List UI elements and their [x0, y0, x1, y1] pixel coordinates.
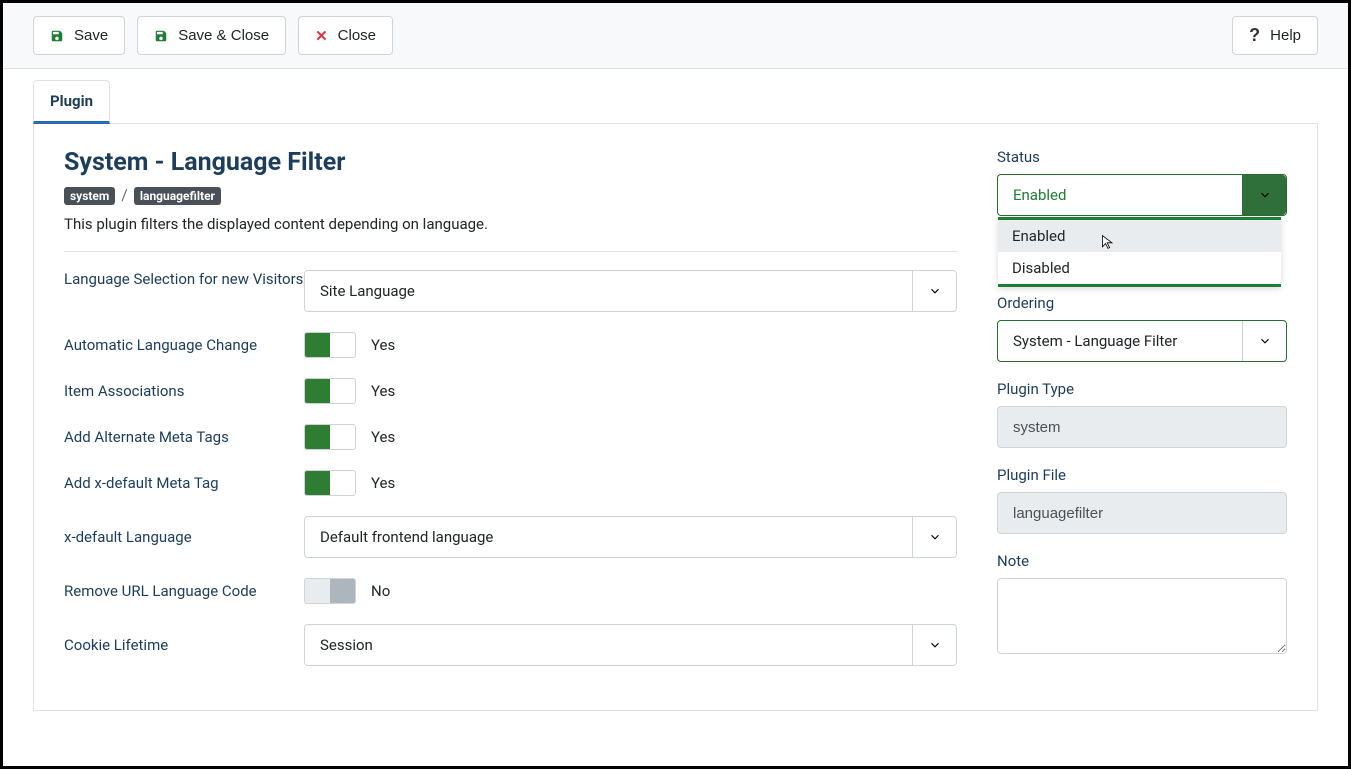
field-status: Status Enabled Enabled Disabled — [997, 148, 1287, 216]
sidebar-column: Status Enabled Enabled Disabled — [997, 148, 1287, 686]
toolbar: Save Save & Close ✕ Close ? Help — [3, 3, 1348, 69]
chevron-down-icon — [1242, 321, 1286, 361]
divider — [64, 251, 957, 252]
xdefault-lang-dropdown[interactable]: Default frontend language — [304, 516, 957, 558]
field-xdefault-meta: Add x-default Meta Tag Yes — [64, 470, 957, 496]
plugin-type-input — [997, 406, 1287, 448]
status-dropdown[interactable]: Enabled Enabled Disabled — [997, 174, 1287, 216]
status-dropdown-panel: Enabled Disabled — [998, 217, 1281, 287]
alt-meta-toggle[interactable] — [304, 424, 356, 450]
field-xdefault-lang: x-default Language Default frontend lang… — [64, 516, 957, 558]
field-cookie: Cookie Lifetime Session — [64, 624, 957, 666]
save-close-label: Save & Close — [178, 27, 269, 44]
field-note: Note — [997, 552, 1287, 658]
form-area: System - Language Filter system / langua… — [33, 124, 1318, 711]
close-label: Close — [338, 27, 376, 44]
field-plugin-type: Plugin Type — [997, 380, 1287, 448]
save-icon — [154, 29, 168, 43]
cookie-dropdown[interactable]: Session — [304, 624, 957, 666]
badge-type: system — [64, 187, 115, 205]
badges: system / languagefilter — [64, 185, 957, 205]
tab-plugin[interactable]: Plugin — [33, 80, 110, 124]
chevron-down-icon — [1242, 175, 1286, 215]
close-icon: ✕ — [315, 27, 328, 45]
ordering-label: Ordering — [997, 294, 1287, 312]
lang-select-value: Site Language — [305, 282, 912, 300]
item-assoc-state: Yes — [371, 382, 395, 400]
note-label: Note — [997, 552, 1287, 570]
xdefault-meta-label: Add x-default Meta Tag — [64, 474, 304, 492]
cookie-value: Session — [305, 636, 912, 654]
field-alt-meta: Add Alternate Meta Tags Yes — [64, 424, 957, 450]
chevron-down-icon — [912, 517, 956, 557]
xdefault-meta-toggle[interactable] — [304, 470, 356, 496]
lang-select-dropdown[interactable]: Site Language — [304, 270, 957, 312]
auto-lang-toggle[interactable] — [304, 332, 356, 358]
plugin-file-input — [997, 492, 1287, 534]
main-column: System - Language Filter system / langua… — [64, 148, 957, 686]
auto-lang-state: Yes — [371, 336, 395, 354]
ordering-value: System - Language Filter — [998, 332, 1242, 350]
item-assoc-label: Item Associations — [64, 382, 304, 400]
content-wrap: Plugin System - Language Filter system /… — [3, 79, 1348, 711]
toolbar-right: ? Help — [1232, 16, 1318, 55]
field-ordering: Ordering System - Language Filter — [997, 294, 1287, 362]
note-textarea[interactable] — [997, 578, 1287, 654]
field-remove-url: Remove URL Language Code No — [64, 578, 957, 604]
status-option-enabled[interactable]: Enabled — [998, 220, 1281, 252]
remove-url-toggle[interactable] — [304, 578, 356, 604]
save-label: Save — [74, 27, 108, 44]
status-option-disabled[interactable]: Disabled — [998, 252, 1281, 284]
chevron-down-icon — [912, 271, 956, 311]
field-plugin-file: Plugin File — [997, 466, 1287, 534]
help-icon: ? — [1249, 25, 1260, 46]
tabs: Plugin — [33, 79, 1318, 124]
badge-separator: / — [121, 185, 128, 204]
chevron-down-icon — [912, 625, 956, 665]
xdefault-lang-value: Default frontend language — [305, 528, 912, 546]
toolbar-left: Save Save & Close ✕ Close — [33, 16, 393, 55]
ordering-dropdown[interactable]: System - Language Filter — [997, 320, 1287, 362]
help-button[interactable]: ? Help — [1232, 16, 1318, 55]
field-item-assoc: Item Associations Yes — [64, 378, 957, 404]
status-value: Enabled — [998, 186, 1242, 204]
help-label: Help — [1270, 27, 1301, 44]
plugin-file-label: Plugin File — [997, 466, 1287, 484]
auto-lang-label: Automatic Language Change — [64, 336, 304, 354]
alt-meta-state: Yes — [371, 428, 395, 446]
save-close-button[interactable]: Save & Close — [137, 16, 286, 55]
field-auto-lang: Automatic Language Change Yes — [64, 332, 957, 358]
remove-url-label: Remove URL Language Code — [64, 582, 304, 600]
plugin-type-label: Plugin Type — [997, 380, 1287, 398]
save-button[interactable]: Save — [33, 16, 125, 55]
status-label: Status — [997, 148, 1287, 166]
page-title: System - Language Filter — [64, 148, 957, 177]
remove-url-state: No — [371, 582, 390, 600]
lang-select-label: Language Selection for new Visitors — [64, 270, 304, 288]
xdefault-lang-label: x-default Language — [64, 528, 304, 546]
save-icon — [50, 29, 64, 43]
close-button[interactable]: ✕ Close — [298, 16, 393, 55]
item-assoc-toggle[interactable] — [304, 378, 356, 404]
field-lang-select: Language Selection for new Visitors Site… — [64, 270, 957, 312]
badge-file: languagefilter — [134, 187, 221, 205]
xdefault-meta-state: Yes — [371, 474, 395, 492]
plugin-description: This plugin filters the displayed conten… — [64, 215, 957, 251]
alt-meta-label: Add Alternate Meta Tags — [64, 428, 304, 446]
cookie-label: Cookie Lifetime — [64, 636, 304, 654]
